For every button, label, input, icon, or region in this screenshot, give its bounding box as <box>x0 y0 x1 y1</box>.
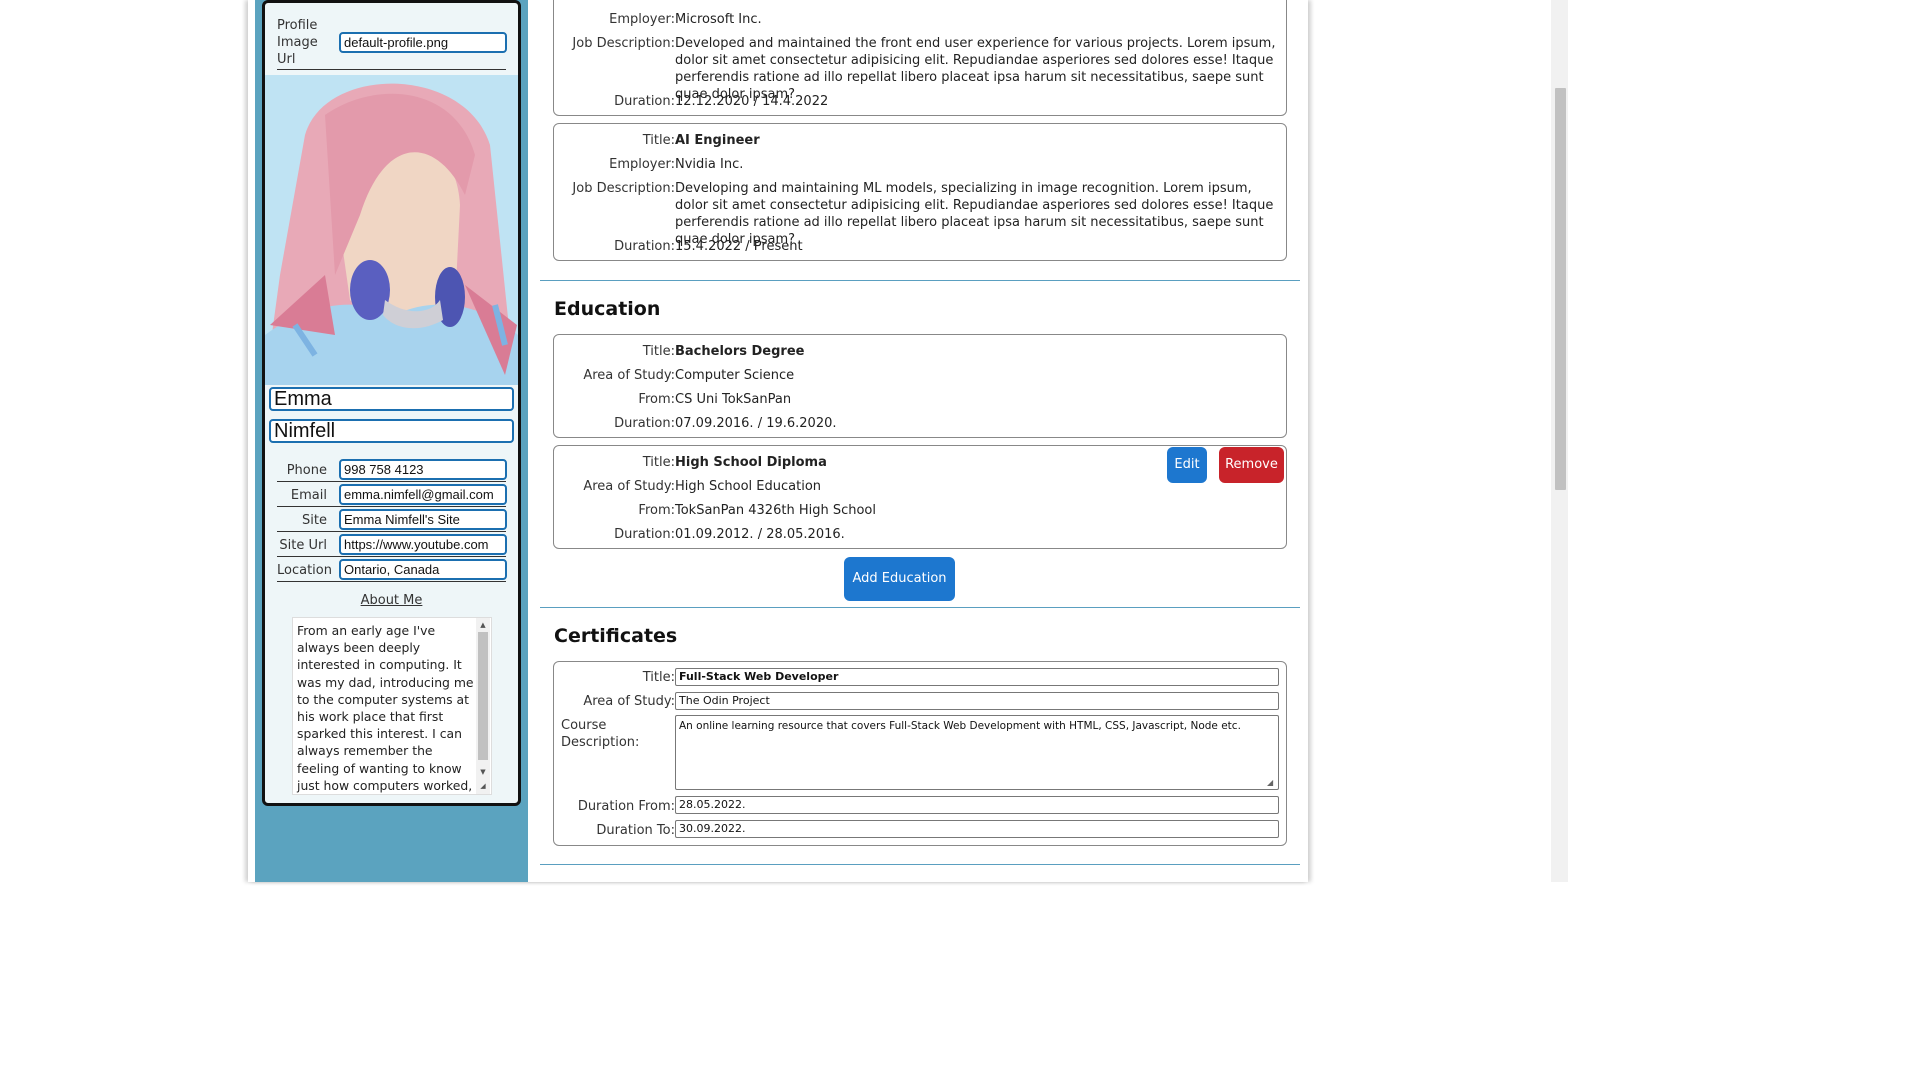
divider <box>277 556 506 557</box>
from-label: From: <box>638 392 675 407</box>
about-me-textarea[interactable]: From an early age I've always been deepl… <box>292 617 492 795</box>
title-value: Bachelors Degree <box>675 344 805 359</box>
site-input[interactable]: Emma Nimfell's Site <box>339 509 507 530</box>
about-me-title: About Me <box>360 593 423 608</box>
area-label: Area of Study: <box>583 479 675 494</box>
resize-handle-icon[interactable]: ◢ <box>478 782 488 790</box>
from-label: From: <box>638 503 675 518</box>
section-divider <box>540 607 1300 608</box>
duration-value: 15.4.2022 / Present <box>675 239 803 254</box>
about-scroll-thumb[interactable] <box>478 632 488 760</box>
job-description-label: Job Description: <box>572 181 675 196</box>
divider <box>277 531 506 532</box>
profile-image <box>265 75 518 385</box>
title-label: Title: <box>642 455 675 470</box>
experience-entry: Title: AI Engineer Employer: Nvidia Inc. J… <box>553 123 1287 261</box>
image-url-label: Profile Image Url <box>277 18 318 67</box>
education-entry: Title: Bachelors Degree Area of Study: Com… <box>553 334 1287 438</box>
profile-card: Profile Image Url default-profile.png Em… <box>262 0 521 806</box>
job-description-label: Job Description: <box>572 36 675 51</box>
divider <box>277 481 506 482</box>
duration-label: Duration: <box>614 527 675 542</box>
area-label: Area of Study: <box>583 368 675 383</box>
course-description-textarea[interactable]: An online learning resource that covers … <box>675 715 1279 790</box>
page-scroll-thumb[interactable] <box>1555 88 1566 490</box>
resize-handle-icon[interactable]: ◢ <box>1267 778 1273 787</box>
about-me-text: From an early age I've always been deepl… <box>297 623 474 793</box>
education-heading: Education <box>554 298 661 320</box>
location-label: Location <box>277 563 332 578</box>
from-value: CS Uni TokSanPan <box>675 392 792 407</box>
last-name-input[interactable]: Nimfell <box>269 419 514 443</box>
employer-label: Employer: <box>609 12 675 27</box>
page-scrollbar[interactable] <box>1551 0 1568 882</box>
duration-value: 12.12.2020 / 14.4.2022 <box>675 94 829 109</box>
certificate-title-input[interactable]: Full-Stack Web Developer <box>675 668 1279 686</box>
duration-label: Duration: <box>614 239 675 254</box>
employer-value: Microsoft Inc. <box>675 12 762 27</box>
scroll-up-icon[interactable]: ▲ <box>478 621 488 629</box>
phone-input[interactable]: 998 758 4123 <box>339 459 507 480</box>
profile-illustration <box>265 83 518 385</box>
certificates-heading: Certificates <box>554 625 678 647</box>
employer-value: Nvidia Inc. <box>675 157 744 172</box>
duration-to-input[interactable]: 30.09.2022. <box>675 820 1279 838</box>
certificate-area-input[interactable]: The Odin Project <box>675 692 1279 710</box>
section-divider <box>540 280 1300 281</box>
duration-label: Duration: <box>614 94 675 109</box>
divider <box>277 506 506 507</box>
site-url-label: Site Url <box>279 538 327 553</box>
section-divider <box>540 864 1300 865</box>
location-input[interactable]: Ontario, Canada <box>339 559 507 580</box>
employer-label: Employer: <box>609 157 675 172</box>
scroll-down-icon[interactable]: ▼ <box>478 768 488 776</box>
page-margin-left <box>0 0 248 882</box>
remove-button[interactable]: Remove <box>1219 447 1284 483</box>
duration-from-label: Duration From: <box>577 799 675 814</box>
site-label: Site <box>302 513 327 528</box>
divider <box>277 69 506 70</box>
add-education-button[interactable]: Add Education <box>844 557 955 601</box>
divider <box>277 581 506 582</box>
edit-button[interactable]: Edit <box>1167 447 1207 483</box>
from-value: TokSanPan 4326th High School <box>675 503 876 518</box>
experience-entry: Employer: Microsoft Inc. Job Description:… <box>553 0 1287 116</box>
title-label: Title: <box>642 344 675 359</box>
area-label: Area of Study: <box>583 694 675 709</box>
email-label: Email <box>290 488 327 503</box>
area-value: Computer Science <box>675 368 795 383</box>
phone-label: Phone <box>286 463 327 478</box>
first-name-input[interactable]: Emma <box>269 387 514 411</box>
title-label: Title: <box>642 133 675 148</box>
site-url-input[interactable]: https://www.youtube.com <box>339 534 507 555</box>
certificate-form: Title: Full-Stack Web Developer Area of … <box>553 661 1287 846</box>
image-url-input[interactable]: default-profile.png <box>339 32 507 53</box>
duration-label: Duration: <box>614 416 675 431</box>
title-label: Title: <box>642 670 675 685</box>
main-content: Employer: Microsoft Inc. Job Description:… <box>540 0 1300 882</box>
email-input[interactable]: emma.nimfell@gmail.com <box>339 484 507 505</box>
education-entry: Title: High School Diploma Area of Study:… <box>553 445 1287 549</box>
course-description-label: Course Description: <box>561 718 640 750</box>
title-value: AI Engineer <box>675 133 760 148</box>
duration-value: 07.09.2016. / 19.6.2020. <box>675 416 837 431</box>
duration-from-input[interactable]: 28.05.2022. <box>675 796 1279 814</box>
duration-to-label: Duration To: <box>596 823 675 838</box>
duration-value: 01.09.2012. / 28.05.2016. <box>675 527 845 542</box>
